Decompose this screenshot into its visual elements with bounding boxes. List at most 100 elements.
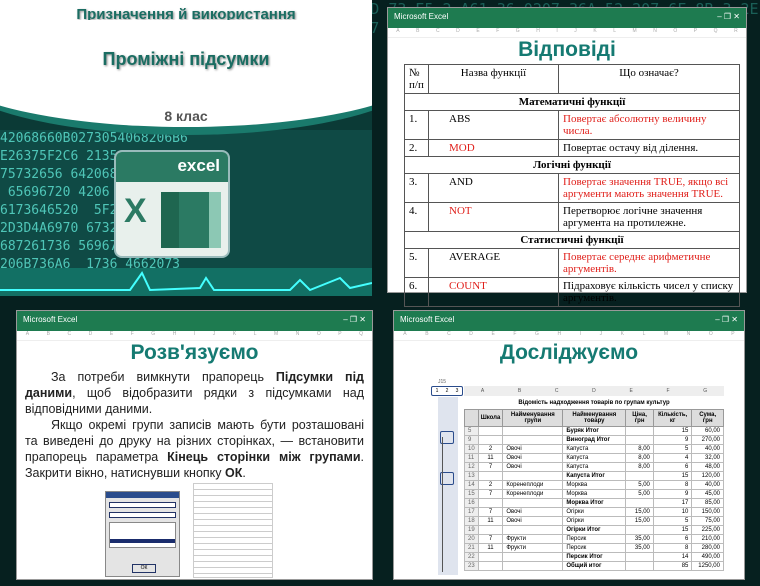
table-row: 13 Капуста Итог 15 120,00 xyxy=(464,471,724,481)
cell-reference: J15 xyxy=(438,379,447,385)
cell: Фрукти xyxy=(502,534,564,544)
table-row: 21 11 Фрукти Персик 35,00 8 280,00 xyxy=(464,543,724,553)
cell: 1250,00 xyxy=(691,561,724,571)
row-number: 14 xyxy=(464,480,479,490)
table-row: 9 Виноград Итог 9 270,00 xyxy=(464,435,724,445)
slide-title: Розв'язуємо xyxy=(130,341,259,364)
cell: 8 xyxy=(652,480,693,490)
result-table-thumbnail xyxy=(193,483,273,578)
cell xyxy=(477,435,504,445)
cell: Фрукти xyxy=(502,543,564,553)
cell xyxy=(502,435,564,445)
cell: 35,00 xyxy=(625,534,654,544)
cell: Морква Итог xyxy=(562,498,627,508)
table-row: 14 2 Коренеплоди Морква 5,00 8 40,00 xyxy=(464,480,724,490)
cell xyxy=(625,525,654,535)
sheet-column-letters: ABCDEFG xyxy=(464,386,724,396)
minimize-button[interactable]: – xyxy=(717,12,721,21)
table-row: 16 Морква Итог 17 85,00 xyxy=(464,498,724,508)
cell: Огірки xyxy=(562,507,627,517)
cell: 9 xyxy=(652,435,693,445)
cell: 5 xyxy=(652,516,693,526)
cell: 40,00 xyxy=(691,480,724,490)
subtotal-dialog-thumbnail: ОК xyxy=(105,491,180,577)
solve-window: Microsoft Excel – ❐ ✕ ABCDEFGHIJKLMNOPQ Р… xyxy=(16,310,373,580)
cell: Персик xyxy=(562,543,627,553)
row-number: 19 xyxy=(464,525,479,535)
restore-button[interactable]: ❐ xyxy=(724,12,731,21)
cell: 40,00 xyxy=(691,444,724,454)
grouped-sheet: ABCDEFG Відомість надходження товарів по… xyxy=(464,386,724,571)
cell: Коренеплоди xyxy=(502,480,564,490)
instructions-text: За потреби вимкнути прапорець Підсумки п… xyxy=(25,370,364,480)
cell: 2 xyxy=(477,480,504,490)
row-number: 16 xyxy=(464,498,479,508)
cell: 75,00 xyxy=(691,516,724,526)
minimize-button[interactable]: – xyxy=(343,315,347,324)
cell xyxy=(502,471,564,481)
cell xyxy=(477,525,504,535)
subtotals-table: Школа Найменування групи Найменування това… xyxy=(464,409,724,571)
cell: 45,00 xyxy=(691,489,724,499)
cell: 10 xyxy=(652,507,693,517)
outline-level-buttons[interactable]: 123 xyxy=(431,386,463,396)
row-number: 13 xyxy=(464,471,479,481)
slide-title: Досліджуємо xyxy=(499,341,639,364)
cell: 11 xyxy=(477,453,504,463)
cell: 5,00 xyxy=(625,480,654,490)
row-number: 17 xyxy=(464,507,479,517)
row-number: 23 xyxy=(464,561,479,571)
row-number: 22 xyxy=(464,552,479,562)
cell xyxy=(477,426,504,436)
cell xyxy=(502,426,564,436)
cell: 11 xyxy=(477,516,504,526)
excel-logo: excel X xyxy=(114,150,230,258)
table-row: 12 7 Овочі Капуста 8,00 6 48,00 xyxy=(464,462,724,472)
row-number: 15 xyxy=(464,489,479,499)
minimize-button[interactable]: – xyxy=(715,315,719,324)
restore-button[interactable]: ❐ xyxy=(722,315,729,324)
window-titlebar: Microsoft Excel – ❐ ✕ xyxy=(388,8,746,28)
cell: 8 xyxy=(652,543,693,553)
cell xyxy=(625,471,654,481)
table-row: 11 11 Овочі Капуста 8,00 4 32,00 xyxy=(464,453,724,463)
cell xyxy=(625,552,654,562)
cell xyxy=(477,498,504,508)
table-row: 23 Общий итог 85 1250,00 xyxy=(464,561,724,571)
table-row: 17 7 Овочі Огірки 15,00 10 150,00 xyxy=(464,507,724,517)
close-button[interactable]: ✕ xyxy=(733,12,740,21)
cell: 225,00 xyxy=(691,525,724,535)
slide-title: Проміжні підсумки xyxy=(102,49,270,69)
cell: Овочі xyxy=(502,462,564,472)
cell: 32,00 xyxy=(691,453,724,463)
cell: Овочі xyxy=(502,516,564,526)
answers-window: Microsoft Excel – ❐ ✕ ABCDEFGHIJKLMNOPQR … xyxy=(387,7,747,307)
close-button[interactable]: ✕ xyxy=(359,315,366,324)
cell: 11 xyxy=(477,543,504,553)
cell: 35,00 xyxy=(625,543,654,553)
cell: 7 xyxy=(477,462,504,472)
grade-label: 8 клас xyxy=(164,108,208,124)
cell: 15 xyxy=(652,471,693,481)
cell xyxy=(625,498,654,508)
sheet-title: Відомість надходження товарів по групам … xyxy=(518,400,670,406)
table-row: 10 2 Овочі Капуста 8,00 5 40,00 xyxy=(464,444,724,454)
outline-bar xyxy=(438,397,458,575)
cell: 9 xyxy=(652,489,693,499)
cell: 7 xyxy=(477,534,504,544)
window-titlebar: Microsoft Excel – ❐ ✕ xyxy=(17,311,372,331)
cell: 270,00 xyxy=(691,435,724,445)
cell: 15,00 xyxy=(625,507,654,517)
cell xyxy=(625,426,654,436)
window-titlebar: Microsoft Excel – ❐ ✕ xyxy=(394,311,744,331)
cell: 15,00 xyxy=(625,516,654,526)
close-button[interactable]: ✕ xyxy=(731,315,738,324)
table-row: 18 11 Овочі Огірки 15,00 5 75,00 xyxy=(464,516,724,526)
cell: 4 xyxy=(652,453,693,463)
cell: 15 xyxy=(652,525,693,535)
cell xyxy=(625,435,654,445)
restore-button[interactable]: ❐ xyxy=(350,315,357,324)
cell: Буряк Итог xyxy=(562,426,627,436)
column-headers: ABCDEFGHIJKLMNOP xyxy=(394,331,744,341)
table-row: 22 Персик Итог 14 490,00 xyxy=(464,552,724,562)
